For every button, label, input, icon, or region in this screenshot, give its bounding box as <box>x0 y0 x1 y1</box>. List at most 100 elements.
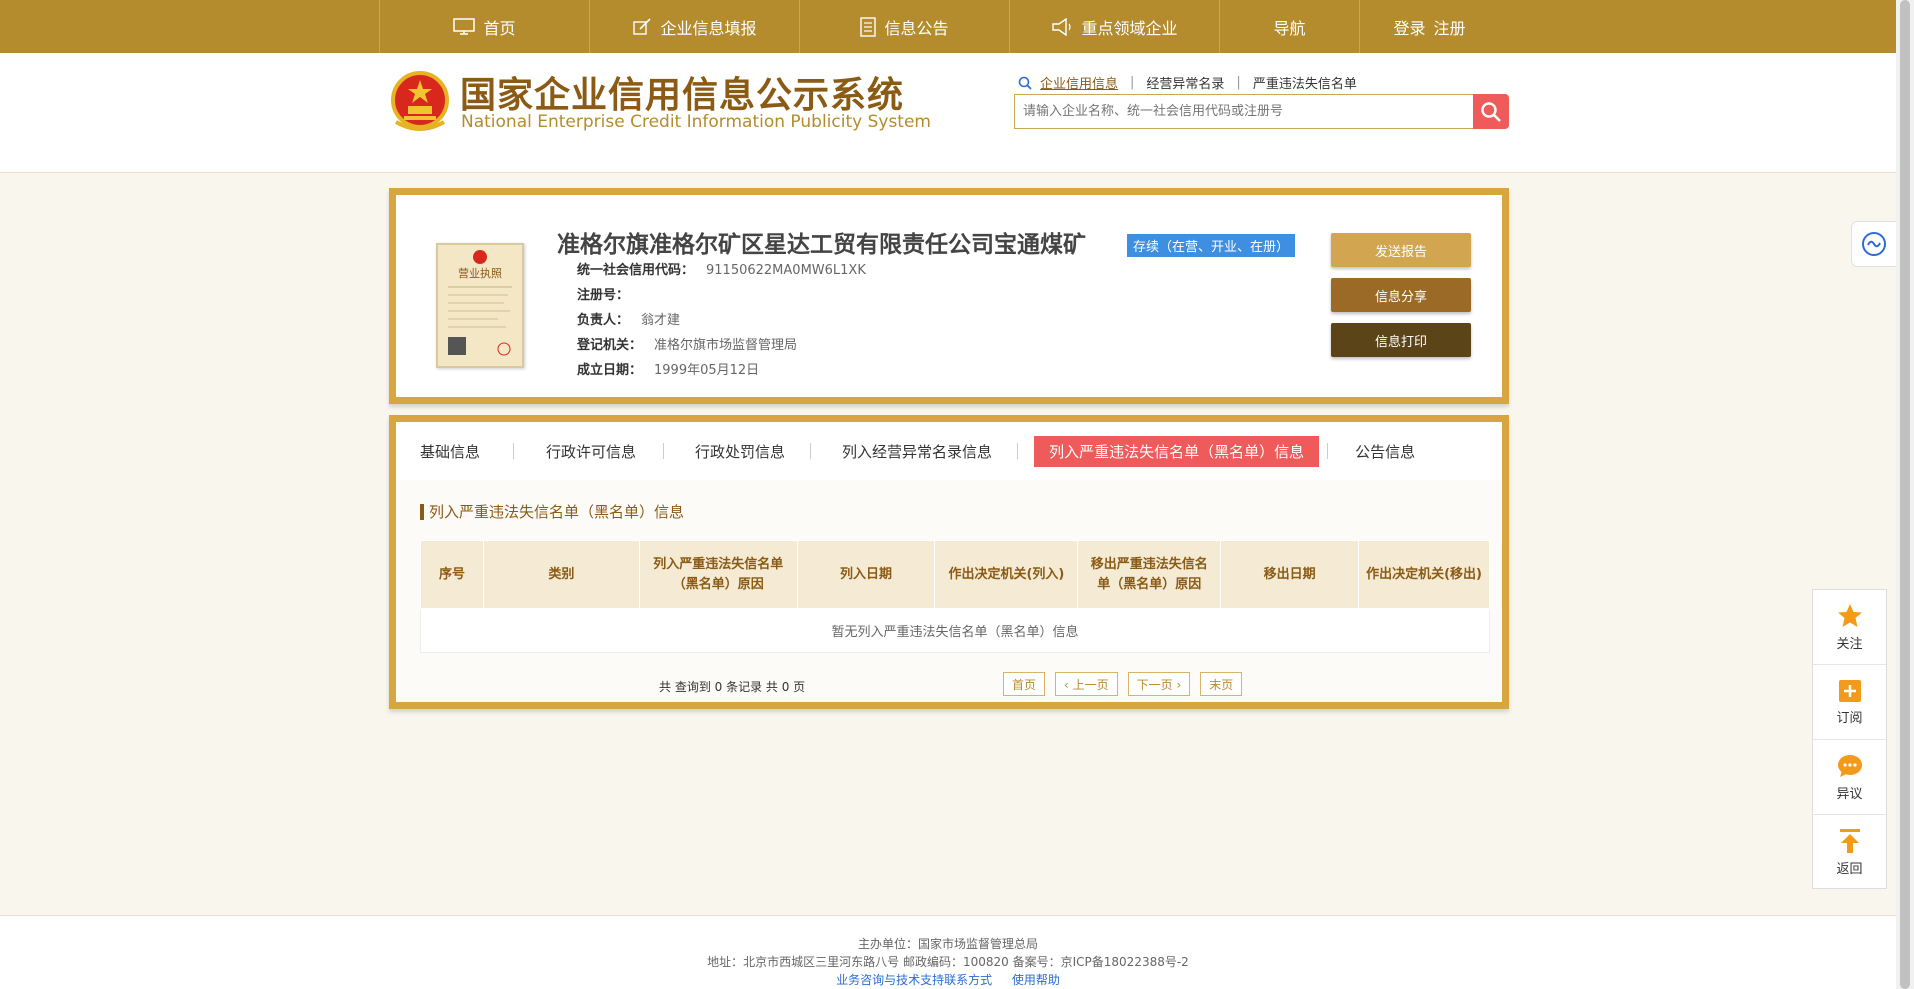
footer-links: 业务咨询与技术支持联系方式 使用帮助 <box>0 971 1896 989</box>
field-value: 翁才建 <box>641 313 681 328</box>
nav-item-report[interactable]: 企业信息填报 <box>589 0 799 53</box>
field-authority: 登记机关： 准格尔旗市场监督管理局 <box>577 334 797 353</box>
tab-announcement[interactable]: 公告信息 <box>1355 441 1415 462</box>
search-tab-abnormal[interactable]: 经营异常名录 <box>1146 73 1224 92</box>
field-key: 注册号： <box>577 288 630 303</box>
nav-item-key-enterprise[interactable]: 重点领域企业 <box>1009 0 1219 53</box>
follow-button[interactable]: 关注 <box>1813 590 1886 665</box>
next-page-button[interactable]: 下一页 › <box>1127 672 1191 696</box>
status-badge: 存续（在营、开业、在册） <box>1127 234 1296 257</box>
side-toolbar: 关注 订阅 异议 返回 <box>1812 589 1887 889</box>
tab-content: 列入严重违法失信名单（黑名单）信息 序号 类别 列入严重违法失信名单（黑名单）原… <box>396 480 1502 702</box>
column-header: 作出决定机关(移出) <box>1358 540 1490 609</box>
subscribe-button[interactable]: 订阅 <box>1813 665 1886 740</box>
search-tab-credit[interactable]: 企业信用信息 <box>1040 73 1118 92</box>
side-label: 订阅 <box>1836 710 1863 726</box>
nav-inner: 首页 企业信息填报 信息公告 重点领域企业 导航 登录 注册 <box>379 0 1499 53</box>
field-reg-no: 注册号： <box>577 284 641 303</box>
empty-message: 暂无列入严重违法失信名单（黑名单）信息 <box>420 608 1490 653</box>
site-subtitle: National Enterprise Credit Information P… <box>461 112 931 132</box>
company-name: 准格尔旗准格尔矿区星达工贸有限责任公司宝通煤矿 <box>557 232 1086 258</box>
column-header: 作出决定机关(列入) <box>934 540 1079 609</box>
tab-separator <box>810 443 812 459</box>
tab-penalty[interactable]: 行政处罚信息 <box>695 441 785 462</box>
search-icon <box>1481 101 1501 122</box>
site-title: 国家企业信用信息公示系统 <box>460 75 905 116</box>
side-label: 返回 <box>1836 862 1863 877</box>
field-value: 91150622MA0MW6L1XK <box>706 263 866 278</box>
plus-box-icon <box>1838 679 1861 702</box>
pager-info: 共 查询到 0 条记录 共 0 页 <box>659 680 806 694</box>
side-label: 异议 <box>1836 786 1863 802</box>
scrollbar-thumb[interactable] <box>1900 0 1910 989</box>
monitor-icon <box>453 17 476 35</box>
field-key: 成立日期： <box>577 363 643 378</box>
print-info-button[interactable]: 信息打印 <box>1331 323 1471 357</box>
tab-blacklist[interactable]: 列入严重违法失信名单（黑名单）信息 <box>1034 435 1320 467</box>
business-license-image: 营业执照 <box>436 243 524 368</box>
nav-label: 信息公告 <box>884 18 949 38</box>
table-row: 暂无列入严重违法失信名单（黑名单）信息 <box>420 608 1490 653</box>
field-key: 负责人： <box>577 313 630 328</box>
search-icon <box>1018 76 1032 90</box>
help-link[interactable]: 使用帮助 <box>1012 973 1060 987</box>
search-category-links: 企业信用信息 | 经营异常名录 | 严重违法失信名单 <box>1018 73 1357 92</box>
nav-item-guide[interactable]: 导航 <box>1219 0 1359 53</box>
search-button[interactable] <box>1473 94 1509 129</box>
first-page-button[interactable]: 首页 <box>1003 672 1046 696</box>
footer-address: 地址：北京市西城区三里河东路八号 邮政编码：100820 备案号：京ICP备18… <box>707 955 1189 969</box>
chat-bubble-icon <box>1837 754 1862 777</box>
column-header: 移出日期 <box>1220 540 1360 609</box>
info-panel: 基础信息 行政许可信息 行政处罚信息 列入经营异常名录信息 列入严重违法失信名单… <box>389 415 1509 709</box>
column-header: 列入严重违法失信名单（黑名单）原因 <box>638 540 798 609</box>
column-header: 序号 <box>420 540 484 609</box>
nav-item-home[interactable]: 首页 <box>379 0 589 53</box>
nav-item-notice[interactable]: 信息公告 <box>799 0 1009 53</box>
nav-label: 企业信息填报 <box>660 18 757 38</box>
info-tabs: 基础信息 行政许可信息 行政处罚信息 列入经营异常名录信息 列入严重违法失信名单… <box>396 422 1502 480</box>
share-info-button[interactable]: 信息分享 <box>1331 278 1471 312</box>
separator: | <box>1130 75 1135 90</box>
separator: | <box>1236 75 1241 90</box>
tab-basic[interactable]: 基础信息 <box>420 441 480 462</box>
section-title: 列入严重违法失信名单（黑名单）信息 <box>420 504 684 520</box>
login-link[interactable]: 登录 <box>1393 15 1425 39</box>
floating-service-button[interactable] <box>1851 221 1896 267</box>
service-icon <box>1862 232 1886 256</box>
arrow-up-icon <box>1839 829 1860 853</box>
search-input[interactable] <box>1014 94 1474 129</box>
company-card: 营业执照 准格尔旗准格尔矿区星达工贸有限责任公司宝通煤矿 存续（在营、开业、在册… <box>389 188 1509 404</box>
top-navigation: 首页 企业信息填报 信息公告 重点领域企业 导航 登录 注册 <box>0 0 1896 53</box>
tab-abnormal[interactable]: 列入经营异常名录信息 <box>842 441 992 462</box>
column-header: 类别 <box>482 540 640 609</box>
footer-sponsor: 主办单位：国家市场监督管理总局 <box>857 937 1038 951</box>
site-header <box>0 53 1896 173</box>
last-page-button[interactable]: 末页 <box>1200 672 1243 696</box>
side-label: 关注 <box>1836 636 1863 652</box>
back-to-top-button[interactable]: 返回 <box>1813 815 1886 890</box>
send-report-button[interactable]: 发送报告 <box>1331 233 1471 267</box>
field-credit-code: 统一社会信用代码： 91150622MA0MW6L1XK <box>577 259 866 278</box>
field-key: 登记机关： <box>577 338 643 353</box>
search-tab-blacklist[interactable]: 严重违法失信名单 <box>1253 73 1357 92</box>
objection-button[interactable]: 异议 <box>1813 740 1886 815</box>
column-header: 移出严重违法失信名单（黑名单）原因 <box>1077 540 1222 609</box>
field-principal: 负责人： 翁才建 <box>577 309 680 328</box>
document-icon <box>860 16 877 37</box>
nav-label: 重点领域企业 <box>1081 18 1178 38</box>
page-scrollbar[interactable] <box>1896 0 1914 989</box>
license-emblem-icon: 营业执照 <box>448 250 512 356</box>
support-contact-link[interactable]: 业务咨询与技术支持联系方式 <box>836 973 992 987</box>
field-key: 统一社会信用代码： <box>577 263 695 278</box>
tab-separator <box>1017 443 1019 459</box>
field-value: 准格尔旗市场监督管理局 <box>654 338 798 353</box>
column-header: 列入日期 <box>796 540 936 609</box>
prev-page-button[interactable]: ‹ 上一页 <box>1055 672 1118 696</box>
national-emblem-icon <box>391 71 449 131</box>
register-link[interactable]: 注册 <box>1434 15 1466 39</box>
tab-license[interactable]: 行政许可信息 <box>546 441 636 462</box>
star-icon <box>1837 603 1862 627</box>
blacklist-table: 序号 类别 列入严重违法失信名单（黑名单）原因 列入日期 作出决定机关(列入) … <box>420 540 1490 653</box>
edit-icon <box>633 17 652 35</box>
pagination: 首页 ‹ 上一页 下一页 › 末页 <box>1003 672 1243 696</box>
